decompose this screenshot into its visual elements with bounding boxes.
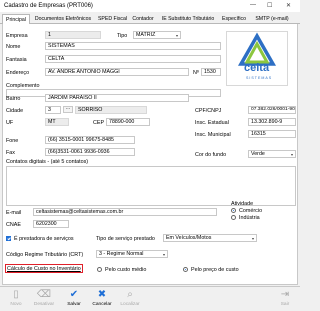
trash-icon: ⌫ [36, 289, 52, 300]
contatos-digitais-box[interactable] [6, 166, 296, 206]
search-icon: ⌕ [127, 289, 133, 300]
endereco-field[interactable]: AV. ANDRE ANTONIO MAGGI [45, 68, 189, 76]
preco-custo-radio[interactable] [183, 267, 188, 272]
atividade-industria-radio[interactable] [231, 215, 236, 220]
regime-label: Código Regime Tributário (CRT) [6, 252, 84, 258]
numero-label: Nº [193, 70, 199, 76]
tab-smtp[interactable]: SMTP (e-mail) [249, 14, 295, 24]
salvar-button[interactable]: ✔ Salvar [61, 289, 87, 311]
cep-field[interactable]: 78890-000 [106, 118, 150, 126]
tab-ie-substituto[interactable]: IE Substituto Tributário [157, 14, 219, 24]
uf-label: UF [6, 120, 14, 126]
title-bar: Cadastro de Empresas (PRT006) — ☐ ✕ [0, 0, 300, 12]
tipo-servico-select[interactable]: Em Veículos/Motos [163, 234, 257, 242]
fax-label: Fax [6, 150, 15, 156]
cor-fundo-select[interactable]: Verde [248, 150, 296, 158]
empresa-field[interactable]: 1 [45, 31, 101, 39]
close-window-button[interactable]: ✕ [286, 2, 291, 9]
cidade-label: Cidade [6, 108, 24, 114]
numero-field[interactable]: 1530 [201, 68, 221, 76]
nome-label: Nome [6, 44, 21, 50]
cidade-search-button[interactable]: ··· [63, 106, 73, 113]
cpf-field[interactable]: 07.382.026/0001-90 [248, 106, 296, 114]
cor-fundo-label: Cor do fundo [195, 152, 227, 158]
email-label: E-mail [6, 210, 22, 216]
salvar-label: Salvar [67, 302, 81, 307]
localizar-button[interactable]: ⌕ Localizar [117, 289, 143, 311]
tab-documentos-eletronicos[interactable]: Documentos Eletrônicos [31, 14, 95, 24]
fantasia-field[interactable]: CELTA [45, 55, 221, 63]
empresa-label: Empresa [6, 33, 28, 39]
tab-sped-fiscal[interactable]: SPED Fiscal [96, 14, 129, 24]
contatos-label: Contatos digitais - (até 5 contatos) [6, 159, 89, 165]
novo-button[interactable]: ▯ Novo [3, 289, 29, 311]
cnae-field[interactable]: 6202300 [33, 220, 69, 228]
calculo-custo-label: Cálculo de Custo no Inventário [7, 266, 81, 272]
prestadora-servicos-checkbox[interactable] [6, 236, 11, 241]
sair-button[interactable]: ⇥ Sair [272, 289, 298, 311]
desativar-button[interactable]: ⌫ Desativar [31, 289, 57, 311]
desativar-label: Desativar [33, 302, 55, 307]
localizar-label: Localizar [120, 302, 140, 307]
cpf-label: CPF/CNPJ [195, 108, 222, 114]
atividade-comercio-radio[interactable] [231, 208, 236, 213]
checkmark-icon: ✔ [69, 289, 79, 300]
tab-contador[interactable]: Contador [130, 14, 156, 24]
cep-label: CEP [93, 120, 105, 126]
tipo-select[interactable]: MATRIZ [133, 31, 181, 39]
im-field[interactable]: 16315 [248, 130, 296, 138]
endereco-label: Endereço [6, 70, 30, 76]
minimize-button[interactable]: — [250, 2, 256, 8]
ie-label: Insc. Estadual [195, 120, 229, 126]
fax-field[interactable]: (66)3531-0061 9936-0936 [45, 148, 135, 156]
fone-label: Fone [6, 138, 19, 144]
logo-tagline: SISTEMAS [246, 76, 273, 80]
cidade-code-field[interactable]: 3 [45, 106, 61, 114]
bairro-label: Bairro [6, 96, 21, 102]
custo-medio-label: Pelo custo médio [105, 267, 147, 273]
maximize-button[interactable]: ☐ [267, 2, 272, 9]
ie-field[interactable]: 13.302.890-9 [248, 118, 296, 126]
email-field[interactable]: celtasistemas@celtasistemas.com.br [33, 208, 217, 216]
tipo-label: Tipo [117, 33, 128, 39]
bairro-field[interactable]: JARDIM PARAISO II [45, 94, 189, 102]
company-logo: celta SISTEMAS [226, 31, 288, 86]
cnae-label: CNAE [6, 222, 21, 228]
cidade-name-field: SORRISO [75, 106, 147, 114]
window-title: Cadastro de Empresas (PRT006) [4, 3, 93, 9]
tipo-servico-label: Tipo de serviço prestado [96, 236, 155, 242]
new-document-icon: ▯ [13, 289, 19, 300]
custo-medio-radio[interactable] [97, 267, 102, 272]
fantasia-label: Fantasia [6, 57, 27, 63]
prestadora-servicos-label: É prestadora de serviços [14, 236, 74, 242]
tab-especifico[interactable]: Específico [220, 14, 248, 24]
uf-field: MT [45, 118, 69, 126]
cancelar-button[interactable]: ✖ Cancelar [89, 289, 115, 311]
logo-brand: celta [244, 62, 270, 74]
nome-field[interactable]: SISTEMAS [45, 42, 221, 50]
atividade-label: Atividade [231, 201, 254, 207]
exit-icon: ⇥ [280, 289, 290, 300]
cancel-x-icon: ✖ [97, 289, 107, 300]
fone-field[interactable]: (66) 3515-0001 99675-8485 [45, 136, 135, 144]
im-label: Insc. Municipal [195, 132, 231, 138]
sair-label: Sair [280, 302, 290, 307]
preco-custo-label: Pelo preço de custo [191, 267, 239, 273]
atividade-comercio-label: Comércio [239, 208, 263, 214]
regime-select[interactable]: 3 - Regime Normal [96, 250, 168, 258]
bottom-toolbar: ▯ Novo ⌫ Desativar ✔ Salvar ✖ Cancelar ⌕… [0, 286, 300, 311]
atividade-industria-label: Indústria [239, 215, 260, 221]
novo-label: Novo [10, 302, 22, 307]
tab-bar: Principal Documentos Eletrônicos SPED Fi… [0, 14, 300, 25]
cancelar-label: Cancelar [92, 302, 112, 307]
